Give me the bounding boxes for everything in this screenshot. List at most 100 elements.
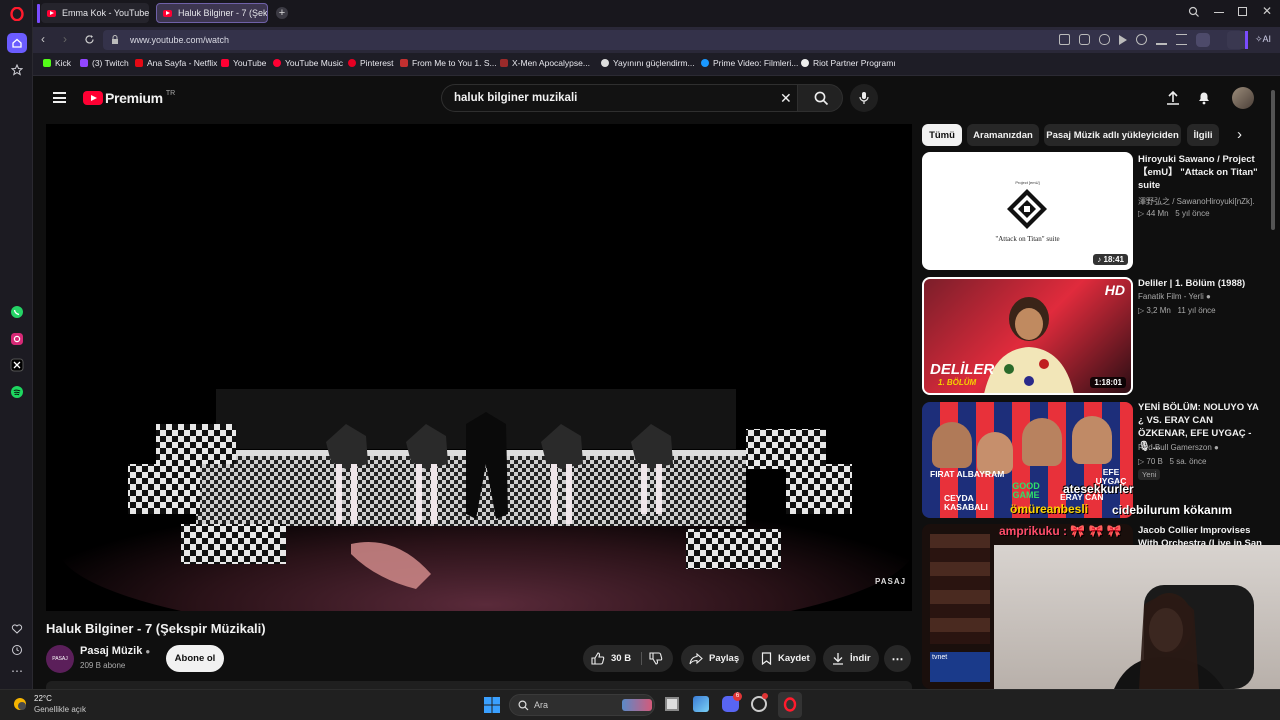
view-count: 44 Mn bbox=[1146, 209, 1169, 218]
more-actions-button[interactable]: ⋯ bbox=[884, 645, 911, 672]
aria-ai-button[interactable]: ✧AI bbox=[1255, 34, 1271, 45]
weather-icon[interactable] bbox=[12, 696, 28, 712]
upload-age: 11 yıl önce bbox=[1177, 306, 1216, 315]
more-icon[interactable]: ⋯ bbox=[7, 661, 27, 681]
scrollbar[interactable] bbox=[1271, 90, 1275, 230]
bookmark-riot[interactable]: Riot Partner Programı bbox=[801, 58, 896, 68]
thumb-person bbox=[984, 297, 1074, 393]
chip-all[interactable]: Tümü bbox=[922, 124, 962, 146]
chip-label: Tümü bbox=[929, 129, 955, 141]
tab-emma-kok[interactable]: Emma Kok - YouTube bbox=[41, 3, 149, 23]
recommendation-channel[interactable]: Fanatik Film - Yerli ● bbox=[1138, 292, 1211, 301]
recommendation-title[interactable]: Hiroyuki Sawano / Project 【emU】 "Attack … bbox=[1138, 153, 1263, 192]
bookmark-netflix[interactable]: Ana Sayfa - Netflix bbox=[135, 58, 217, 68]
verified-icon: ● bbox=[145, 647, 151, 656]
profile-icon[interactable] bbox=[1196, 33, 1210, 47]
bookmark-youtube-music[interactable]: YouTube Music bbox=[273, 58, 343, 68]
bookmark-youtube[interactable]: YouTube bbox=[221, 58, 266, 68]
download-label: İndir bbox=[850, 653, 871, 664]
forward-icon[interactable]: › bbox=[63, 32, 67, 46]
bookmark-yayin[interactable]: Yayınını güçlendirm... bbox=[601, 58, 695, 68]
channel-avatar[interactable]: PASAJ bbox=[46, 645, 74, 673]
close-window-button[interactable]: ✕ bbox=[1262, 4, 1272, 18]
download-icon[interactable] bbox=[1156, 34, 1167, 45]
recommendation-thumbnail[interactable]: FIRAT ALBAYRAM CEYDA KASABALI GOOD GAME … bbox=[922, 402, 1133, 518]
video-title: Haluk Bilginer - 7 (Şekspir Müzikali) bbox=[46, 621, 266, 636]
share-button[interactable]: Paylaş bbox=[681, 645, 744, 672]
star-icon[interactable] bbox=[7, 60, 27, 80]
bookmark-from-me-to-you[interactable]: From Me to You 1. S... bbox=[400, 58, 497, 68]
logo-text: Premium bbox=[105, 90, 163, 106]
opera-taskbar-button[interactable] bbox=[778, 692, 802, 718]
maximize-button[interactable] bbox=[1238, 7, 1247, 16]
download-button[interactable]: İndir bbox=[823, 645, 879, 672]
account-avatar[interactable] bbox=[1232, 87, 1254, 109]
ai-label: AI bbox=[1262, 34, 1272, 44]
new-tab-button[interactable]: + bbox=[276, 7, 288, 19]
save-button[interactable]: Kaydet bbox=[752, 645, 816, 672]
recommendation-title[interactable]: Deliler | 1. Bölüm (1988) bbox=[1138, 277, 1263, 290]
notifications-icon[interactable] bbox=[1197, 90, 1211, 105]
heart-icon[interactable] bbox=[7, 619, 27, 639]
recommendation-stats: ▷ 70 B 5 sa. önce bbox=[1138, 457, 1207, 466]
search-input[interactable]: haluk bilginer muzikali ✕ bbox=[441, 84, 797, 112]
chip-related[interactable]: İlgili bbox=[1187, 124, 1219, 146]
opera-logo-icon[interactable] bbox=[7, 4, 27, 24]
video-player[interactable]: PASAJ bbox=[46, 124, 912, 611]
workspace-indicator bbox=[37, 4, 40, 23]
task-view-icon[interactable] bbox=[665, 697, 679, 711]
chevron-right-icon[interactable]: › bbox=[1237, 126, 1242, 143]
back-icon[interactable]: ‹ bbox=[41, 32, 45, 46]
bookmark-x-men[interactable]: X-Men Apocalypse... bbox=[500, 58, 590, 68]
recommendation-channel[interactable]: Red Bull Gamerszon ● bbox=[1138, 443, 1219, 452]
tab-haluk-bilginer[interactable]: Haluk Bilginer - 7 (Şekspir bbox=[156, 3, 268, 23]
app-icon[interactable] bbox=[693, 696, 709, 712]
divider bbox=[641, 652, 642, 665]
channel-name[interactable]: Pasaj Müzik ● bbox=[80, 645, 150, 657]
shield-icon[interactable] bbox=[1099, 34, 1110, 45]
duration-text: 18:41 bbox=[1103, 255, 1124, 264]
minimize-button[interactable] bbox=[1214, 12, 1224, 13]
whatsapp-icon[interactable] bbox=[7, 302, 27, 322]
tab-search-icon[interactable] bbox=[1188, 6, 1200, 18]
chip-from-search[interactable]: Aramanızdan bbox=[967, 124, 1039, 146]
upload-icon[interactable] bbox=[1166, 90, 1180, 105]
hamburger-menu-icon[interactable] bbox=[53, 92, 66, 103]
weather-temperature[interactable]: 22°C bbox=[34, 694, 52, 703]
weather-description[interactable]: Genellikle açık bbox=[34, 705, 86, 714]
reload-icon[interactable] bbox=[84, 34, 95, 45]
subscribe-button[interactable]: Abone ol bbox=[166, 645, 224, 672]
home-icon[interactable] bbox=[7, 33, 27, 53]
instagram-icon[interactable] bbox=[7, 329, 27, 349]
edit-icon[interactable] bbox=[1059, 34, 1070, 45]
voice-search-button[interactable] bbox=[850, 84, 878, 112]
extensions-icon[interactable] bbox=[1227, 31, 1247, 49]
bookmark-prime-video[interactable]: Prime Video: Filmleri... bbox=[701, 58, 798, 68]
menu-icon[interactable] bbox=[1176, 34, 1187, 45]
taskbar-search[interactable]: Ara bbox=[509, 694, 655, 716]
player-icon[interactable] bbox=[1119, 35, 1127, 45]
bookmark-twitch[interactable]: (3) Twitch bbox=[80, 58, 129, 68]
spotify-icon[interactable] bbox=[7, 382, 27, 402]
bookmark-kick[interactable]: Kick bbox=[43, 58, 71, 68]
youtube-premium-logo[interactable]: Premium TR bbox=[83, 90, 175, 106]
bookmark-label: From Me to You 1. S... bbox=[412, 58, 497, 68]
search-button[interactable] bbox=[797, 84, 843, 112]
search-highlight-icon bbox=[622, 699, 652, 711]
dislike-button[interactable] bbox=[649, 652, 663, 665]
description-box[interactable] bbox=[46, 681, 912, 689]
windows-start-icon[interactable] bbox=[484, 697, 500, 713]
channel-name-text: Pasaj Müzik bbox=[80, 645, 143, 657]
like-button[interactable]: 30 B bbox=[583, 645, 638, 672]
camera-icon[interactable] bbox=[1079, 34, 1090, 45]
bookmark-pinterest[interactable]: Pinterest bbox=[348, 58, 394, 68]
chip-from-uploader[interactable]: Pasaj Müzik adlı yükleyiciden bbox=[1044, 124, 1181, 146]
history-icon[interactable] bbox=[7, 640, 27, 660]
favorite-icon[interactable] bbox=[1136, 34, 1147, 45]
thumb-title: DELİLER bbox=[930, 361, 995, 378]
recommendation-thumbnail[interactable]: Project [emU] "Attack on Titan" suite ♪ … bbox=[922, 152, 1133, 270]
recommendation-thumbnail[interactable]: HD DELİLER 1. BÖLÜM 1:18:01 bbox=[922, 277, 1133, 395]
recommendation-channel[interactable]: 澤野弘之 / SawanoHiroyuki[nZk]. bbox=[1138, 196, 1263, 207]
clear-search-icon[interactable]: ✕ bbox=[780, 85, 792, 111]
x-twitter-icon[interactable] bbox=[7, 355, 27, 375]
